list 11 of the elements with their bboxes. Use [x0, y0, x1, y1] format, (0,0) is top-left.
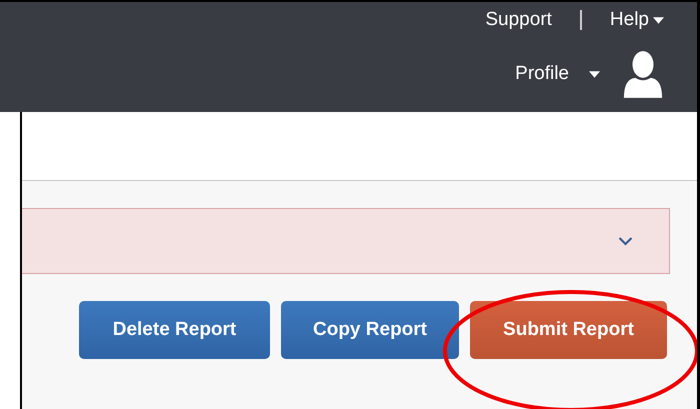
header-link[interactable]: Help [610, 9, 664, 31]
action-button[interactable]: Delete Report [79, 301, 270, 359]
profile-menu[interactable]: Profile [515, 63, 600, 85]
header-link[interactable]: Support [485, 9, 552, 31]
chevron-down-icon[interactable] [618, 236, 633, 246]
submit-button[interactable]: Submit Report [470, 301, 667, 359]
separator [580, 10, 582, 30]
caret-icon [653, 16, 664, 24]
user-avatar-icon[interactable] [622, 49, 664, 99]
action-button[interactable]: Copy Report [281, 301, 459, 359]
caret-icon [589, 70, 600, 78]
